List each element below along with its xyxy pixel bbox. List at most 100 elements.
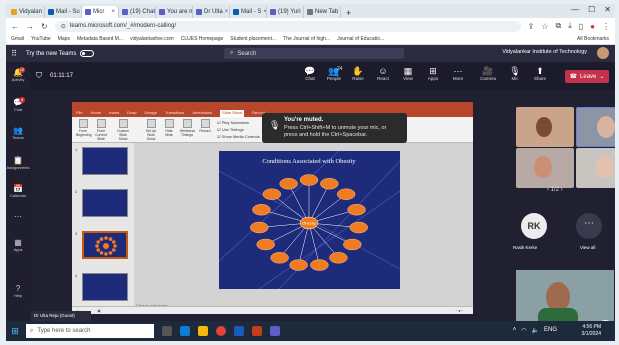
wifi-icon[interactable]: ◠ (521, 327, 526, 334)
bookmark-item[interactable]: Metadata Based M... (77, 36, 123, 42)
browser-tab[interactable]: (19) Yuri× (267, 6, 304, 18)
show-media-controls-checkbox[interactable]: ☑ Show Media Controls (217, 134, 260, 139)
ppt-tab[interactable]: Draw (127, 110, 136, 117)
rail-item[interactable]: ⋯ (6, 212, 30, 221)
new-tab-button[interactable]: + (341, 8, 356, 18)
tab-close-icon[interactable]: × (111, 9, 115, 15)
browser-tab[interactable]: (19) Chat× (119, 6, 156, 18)
app-launcher-icon[interactable]: ⠿ (6, 49, 22, 58)
zoom-slider[interactable]: ─●─ (456, 309, 463, 313)
bookmark-item[interactable]: Journal of Educatio... (337, 36, 384, 42)
rail-item[interactable]: 🔔 Activity 10 (6, 67, 30, 82)
file-explorer-icon[interactable] (198, 326, 208, 336)
ppt-tab[interactable]: Slide Show (220, 110, 245, 117)
slide-thumbnail[interactable] (82, 147, 128, 175)
sidepanel-icon[interactable]: ▯ (579, 22, 583, 31)
site-info-icon[interactable]: ⊙ (61, 23, 66, 30)
play-narrations-checkbox[interactable]: ☑ Play Narrations (217, 120, 249, 125)
try-new-teams-toggle[interactable] (80, 50, 95, 57)
participant-avatar-rk[interactable]: RK (521, 213, 547, 239)
meeting-info-shield-icon[interactable]: ⛉ (36, 71, 42, 81)
participant-video-4[interactable] (576, 148, 615, 188)
rail-item[interactable]: 👥 Teams (6, 126, 30, 140)
meeting-control-view[interactable]: ▦ View (398, 66, 418, 81)
slide-thumbnail[interactable] (82, 189, 128, 217)
minimize-icon[interactable]: — (571, 5, 579, 14)
bookmark-item[interactable]: CLUES Homepage (181, 36, 224, 42)
video-pager[interactable]: ‹ 1/2 › (547, 187, 563, 193)
taskbar-clock[interactable]: 4:56 PM 3/1/2024 (582, 324, 601, 338)
chrome-icon[interactable] (216, 326, 226, 336)
meeting-control-react[interactable]: ☺ React (373, 66, 393, 81)
rail-item[interactable]: 📋 Assignments (6, 156, 30, 170)
meeting-control-more[interactable]: ⋯ More (448, 66, 468, 81)
browser-tab[interactable]: Mail - Su× (45, 6, 82, 18)
word-icon[interactable] (234, 326, 244, 336)
rail-item[interactable]: 📅 Calendar (6, 184, 30, 198)
ppt-tab[interactable]: Home (90, 110, 101, 117)
bookmark-item[interactable]: vidyalankarlive.com (130, 36, 174, 42)
taskbar-search-input[interactable]: ⌕ Type here to search (26, 324, 154, 338)
powerpoint-icon[interactable] (252, 326, 262, 336)
edge-icon[interactable] (180, 326, 190, 336)
volume-icon[interactable]: 🔈 (532, 327, 539, 334)
meeting-control-people[interactable]: 👥 24 People (324, 66, 344, 81)
meeting-control-raise[interactable]: ✋ Raise (348, 66, 368, 81)
bookmark-item[interactable]: The Journal of high... (283, 36, 330, 42)
ppt-tab[interactable]: Transitions (165, 110, 184, 117)
meeting-control-mic[interactable]: 🎙 Mic (505, 66, 525, 81)
slide-thumbnail[interactable] (82, 231, 128, 259)
browser-tab[interactable]: Vidyalan× (8, 6, 45, 18)
tab-close-icon[interactable]: × (225, 9, 229, 15)
participant-video-1[interactable] (516, 107, 574, 147)
meeting-control-apps[interactable]: ⊞ Apps (423, 66, 443, 81)
ppt-tab[interactable]: Design (144, 110, 156, 117)
bookmark-item[interactable]: Student placement... (230, 36, 276, 42)
participant-video-3[interactable] (516, 148, 574, 188)
extensions-icon[interactable]: ⧉ (555, 21, 561, 31)
meeting-control-chat[interactable]: 💬 Chat (300, 66, 320, 81)
back-icon[interactable]: ← (11, 22, 19, 31)
download-icon[interactable]: ⤓ (568, 21, 572, 31)
teams-icon[interactable] (270, 326, 280, 336)
url-field[interactable]: ⊙ teams.microsoft.com/_#/modern-calling/ (54, 20, 521, 32)
chevron-up-icon[interactable]: ˄ (513, 327, 517, 334)
language-indicator[interactable]: ENG (544, 327, 557, 334)
view-all-button[interactable]: ⋯ (576, 213, 602, 239)
participant-video-2[interactable] (576, 107, 615, 147)
rail-item[interactable]: ▦ Apps (6, 238, 30, 252)
browser-tab[interactable]: New Tab× (304, 6, 341, 18)
ppt-tab[interactable]: File (76, 110, 82, 117)
user-avatar[interactable] (597, 47, 609, 59)
meeting-control-share[interactable]: ⬆ Share (530, 66, 550, 81)
set-up-slide-show-button[interactable]: Set Up Slide Show (144, 119, 158, 141)
task-view-icon[interactable] (162, 326, 172, 336)
from-beginning-button[interactable]: From Beginning (76, 119, 92, 137)
close-icon[interactable]: ✕ (604, 5, 611, 14)
all-bookmarks[interactable]: All Bookmarks (577, 36, 609, 42)
custom-slide-show-button[interactable]: Custom Slide Show (116, 119, 130, 141)
browser-tab[interactable]: You are n× (156, 6, 193, 18)
browser-tab[interactable]: Mail - S × (230, 6, 267, 18)
reload-icon[interactable]: ↻ (41, 22, 48, 31)
muted-notification[interactable]: 🎙 You're muted. Press Ctrl+Shift+M to un… (262, 113, 407, 143)
windows-start-icon[interactable]: ⊞ (6, 326, 24, 337)
browser-tab[interactable]: Micr × (82, 6, 119, 18)
org-name[interactable]: Vidyalankar Institute of Technology (502, 49, 587, 55)
self-video-preview[interactable] (516, 270, 614, 321)
leave-button[interactable]: ☎ Leave ⌄ (565, 70, 609, 83)
star-icon[interactable]: ☆ (541, 22, 548, 31)
ppt-tab[interactable]: Insert (109, 110, 119, 117)
rail-item[interactable]: ? Help (6, 284, 30, 298)
bookmark-item[interactable]: YouTube (31, 36, 51, 42)
display-settings-icon[interactable]: ▣ (97, 309, 100, 313)
menu-icon[interactable]: ⋮ (602, 22, 610, 31)
forward-icon[interactable]: → (26, 22, 34, 31)
bookmark-item[interactable]: Maps (58, 36, 70, 42)
bookmark-item[interactable]: Gmail (11, 36, 24, 42)
profile-icon[interactable]: ● (590, 22, 595, 31)
share-icon[interactable]: ⇪ (528, 22, 535, 31)
record-button[interactable]: Record (198, 119, 212, 133)
use-timings-checkbox[interactable]: ☑ Use Timings (217, 127, 244, 132)
browser-tab[interactable]: Dr Ulta × (193, 6, 230, 18)
